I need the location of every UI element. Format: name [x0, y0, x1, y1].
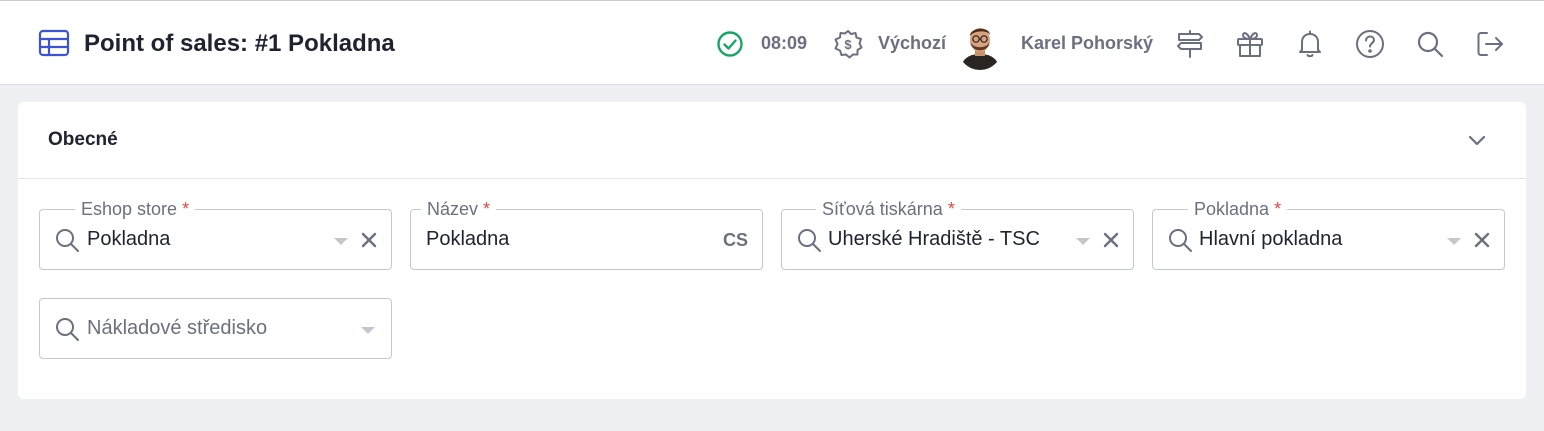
- check-circle-icon: [716, 30, 744, 58]
- search-icon: [795, 226, 823, 254]
- cost-center-select[interactable]: Nákladové středisko: [39, 298, 392, 359]
- cost-center-placeholder: Nákladové středisko: [87, 317, 268, 339]
- dropdown-caret-icon[interactable]: [361, 327, 375, 334]
- cash-register-label: Pokladna *: [1188, 198, 1288, 220]
- svg-text:$: $: [844, 37, 852, 52]
- gift-icon[interactable]: [1234, 28, 1266, 60]
- search-icon: [1166, 226, 1194, 254]
- dropdown-caret-icon[interactable]: [1076, 238, 1090, 245]
- table-icon: [38, 29, 70, 57]
- dropdown-caret-icon[interactable]: [1447, 238, 1461, 245]
- search-icon[interactable]: [1414, 28, 1446, 60]
- logout-icon[interactable]: [1474, 28, 1506, 60]
- network-printer-select[interactable]: Síťová tiskárna * Uherské Hradiště - TSC: [781, 198, 1134, 270]
- signpost-icon[interactable]: [1174, 28, 1206, 60]
- help-icon[interactable]: [1354, 28, 1386, 60]
- avatar[interactable]: [958, 20, 1002, 70]
- shift-time: 08:09: [761, 33, 808, 53]
- network-printer-label: Síťová tiskárna *: [816, 198, 961, 220]
- eshop-store-label: Eshop store *: [75, 198, 196, 220]
- clear-icon[interactable]: [1472, 230, 1492, 250]
- cash-register-value: Hlavní pokladna: [1199, 228, 1343, 250]
- name-value: Pokladna: [426, 228, 510, 250]
- language-badge[interactable]: CS: [723, 230, 748, 251]
- dropdown-caret-icon[interactable]: [334, 238, 348, 245]
- user-name[interactable]: Karel Pohorský: [1021, 33, 1153, 54]
- network-printer-value: Uherské Hradiště - TSC: [828, 228, 1040, 250]
- eshop-store-value: Pokladna: [87, 228, 171, 250]
- section-header[interactable]: Obecné: [18, 102, 1526, 179]
- eshop-store-select[interactable]: Eshop store * Pokladna: [39, 198, 392, 270]
- top-bar: Point of sales: #1 Pokladna 08:09 $ Vých…: [0, 0, 1544, 85]
- section-title: Obecné: [48, 129, 118, 150]
- bell-icon[interactable]: [1294, 28, 1326, 60]
- chevron-down-icon[interactable]: [1462, 126, 1492, 156]
- name-label: Název *: [421, 198, 497, 220]
- name-field[interactable]: Název * Pokladna CS: [410, 198, 763, 270]
- clear-icon[interactable]: [359, 230, 379, 250]
- page-title: Point of sales: #1 Pokladna: [84, 30, 395, 57]
- general-section-card: Obecné Eshop store * Pokladna Název * Po…: [18, 102, 1526, 399]
- cash-register-select[interactable]: Pokladna * Hlavní pokladna: [1152, 198, 1505, 270]
- clear-icon[interactable]: [1101, 230, 1121, 250]
- search-icon: [53, 226, 81, 254]
- currency-gear-icon[interactable]: $: [832, 28, 864, 60]
- currency-label[interactable]: Výchozí: [878, 33, 946, 54]
- search-icon: [53, 315, 81, 343]
